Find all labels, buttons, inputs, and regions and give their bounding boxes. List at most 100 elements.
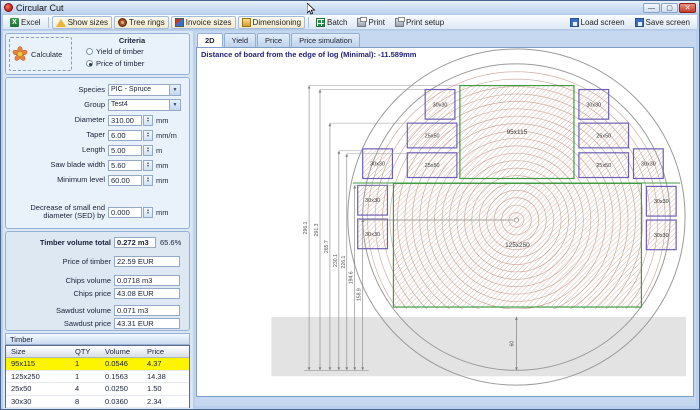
minimum-level-label: 60: [509, 341, 515, 347]
toolbar-button-tree-rings[interactable]: Tree rings: [114, 16, 169, 29]
total-label: Sawdust volume: [6, 306, 114, 315]
piece-25x50[interactable]: 25x50: [407, 153, 457, 178]
piece-25x50[interactable]: 25x50: [579, 123, 629, 148]
piece-30x30[interactable]: 30x30: [358, 185, 388, 215]
table-cell: 30x30: [6, 397, 70, 406]
column-header-qty[interactable]: QTY: [70, 347, 100, 356]
piece-30x30[interactable]: 30x30: [633, 149, 663, 179]
table-cell: 0.1563: [100, 372, 142, 381]
calculate-label: Calculate: [31, 50, 62, 59]
field-row-group: GroupTest4▼: [6, 98, 191, 112]
piece-95x115[interactable]: 95x115: [460, 86, 574, 179]
table-row[interactable]: 95x11510.05464.37: [6, 358, 189, 371]
field-row-taper: Taper6.00▲▼mm/m: [6, 128, 191, 142]
total-label: Chips price: [6, 289, 114, 298]
table-cell: 1: [70, 372, 100, 381]
tab-yield[interactable]: Yield: [224, 33, 256, 47]
svg-text:25x50: 25x50: [425, 133, 440, 139]
toolbar-button-label: Batch: [327, 18, 347, 27]
column-header-size[interactable]: Size: [6, 347, 70, 356]
window: Circular Cut —▢✕ XExcelShow sizesTree ri…: [0, 0, 700, 410]
field-label: Saw blade width: [6, 161, 108, 169]
piece-30x30[interactable]: 30x30: [579, 90, 609, 120]
decrease-of-small-end-diameter-sed-by-spinner[interactable]: ▲▼: [143, 207, 153, 218]
table-row[interactable]: 25x5040.02501.50: [6, 383, 189, 396]
minimum-level-spinner[interactable]: ▲▼: [143, 175, 153, 186]
toolbar-right-group: Load screenSave screen: [565, 16, 696, 29]
decrease-of-small-end-diameter-sed-by-input[interactable]: 0.000: [108, 207, 142, 218]
saw-blade-width-spinner[interactable]: ▲▼: [143, 160, 153, 171]
tab-2d[interactable]: 2D: [197, 33, 223, 47]
toolbar-button-label: Print: [368, 18, 384, 27]
total-row-price-of-timber: Price of timber22.59 EUR: [6, 254, 191, 268]
piece-30x30[interactable]: 30x30: [358, 219, 388, 249]
svg-text:30x30: 30x30: [433, 102, 448, 108]
length-input[interactable]: 5.00: [108, 145, 142, 156]
diameter-spinner[interactable]: ▲▼: [143, 115, 153, 126]
column-header-price[interactable]: Price: [142, 347, 187, 356]
svg-text:30x30: 30x30: [586, 102, 601, 108]
toolbar-button-print-setup[interactable]: Print setup: [391, 16, 448, 29]
piece-25x50[interactable]: 25x50: [579, 153, 629, 178]
total-label: Timber volume total: [6, 238, 114, 247]
table-row[interactable]: 125x25010.156314.38: [6, 371, 189, 384]
piece-30x30[interactable]: 30x30: [363, 149, 393, 179]
field-unit: m: [156, 146, 162, 155]
piece-30x30[interactable]: 30x30: [646, 220, 676, 250]
saw-blade-width-input[interactable]: 5.60: [108, 160, 142, 171]
tab-price[interactable]: Price: [257, 33, 290, 47]
group-dropdown[interactable]: Test4▼: [108, 99, 181, 111]
piece-30x30[interactable]: 30x30: [646, 186, 676, 216]
svg-text:30x30: 30x30: [365, 232, 380, 238]
toolbar-button-show-sizes[interactable]: Show sizes: [52, 16, 112, 29]
calculate-button[interactable]: Calculate: [9, 37, 72, 71]
main-area: 2DYieldPricePrice simulation Distance of…: [195, 31, 696, 406]
toolbar-button-batch[interactable]: Batch: [312, 16, 351, 29]
svg-text:25x50: 25x50: [425, 163, 440, 169]
length-spinner[interactable]: ▲▼: [143, 145, 153, 156]
taper-spinner[interactable]: ▲▼: [143, 130, 153, 141]
taper-input[interactable]: 6.00: [108, 130, 142, 141]
piece-125x250[interactable]: 125x250: [393, 183, 641, 307]
table-cell: 1: [70, 359, 100, 368]
toolbar-button-label: Dimensioning: [253, 18, 301, 27]
field-row-saw-blade-width: Saw blade width5.60▲▼mm: [6, 158, 191, 172]
radio-button-icon: [86, 60, 93, 67]
minimum-level-input[interactable]: 60.00: [108, 175, 142, 186]
diameter-input[interactable]: 310.00: [108, 115, 142, 126]
maximize-button[interactable]: ▢: [661, 3, 678, 13]
print-setup-icon: [395, 18, 404, 27]
chevron-down-icon[interactable]: ▼: [169, 85, 180, 95]
invoice-sizes-icon: [175, 18, 184, 27]
toolbar-button-save-screen[interactable]: Save screen: [631, 16, 694, 29]
radio-price-of-timber[interactable]: Price of timber: [86, 59, 144, 68]
toolbar-button-dimensioning[interactable]: Dimensioning: [238, 16, 305, 29]
total-label: Chips volume: [6, 276, 114, 285]
column-header-volume[interactable]: Volume: [100, 347, 142, 356]
table-cell: 0.0250: [100, 384, 142, 393]
flower-icon: [12, 46, 28, 62]
table-cell: 0.0546: [100, 359, 142, 368]
chevron-down-icon[interactable]: ▼: [169, 100, 180, 110]
species-dropdown[interactable]: PIC - Spruce▼: [108, 84, 181, 96]
piece-25x50[interactable]: 25x50: [407, 123, 457, 148]
toolbar-button-print[interactable]: Print: [353, 16, 388, 29]
piece-30x30[interactable]: 30x30: [425, 90, 455, 120]
svg-text:30x30: 30x30: [365, 198, 380, 204]
table-cell: 25x50: [6, 384, 70, 393]
toolbar-button-invoice-sizes[interactable]: Invoice sizes: [171, 16, 236, 29]
minimize-button[interactable]: —: [643, 3, 660, 13]
field-unit: mm: [156, 116, 169, 125]
close-button[interactable]: ✕: [679, 3, 696, 13]
table-row[interactable]: 30x3080.03602.34: [6, 396, 189, 409]
field-unit: mm: [156, 161, 169, 170]
print-icon: [357, 18, 366, 27]
radio-yield-of-timber[interactable]: Yield of timber: [86, 47, 144, 56]
toolbar-button-excel[interactable]: XExcel: [6, 16, 45, 29]
dropdown-value: Test4: [109, 100, 169, 110]
dimension-label: 194.6: [349, 271, 355, 284]
tab-price-simulation[interactable]: Price simulation: [291, 33, 360, 47]
toolbar-separator: [48, 17, 49, 28]
criteria-group: Calculate Criteria Yield of timberPrice …: [5, 33, 190, 75]
toolbar-button-load-screen[interactable]: Load screen: [566, 16, 629, 29]
